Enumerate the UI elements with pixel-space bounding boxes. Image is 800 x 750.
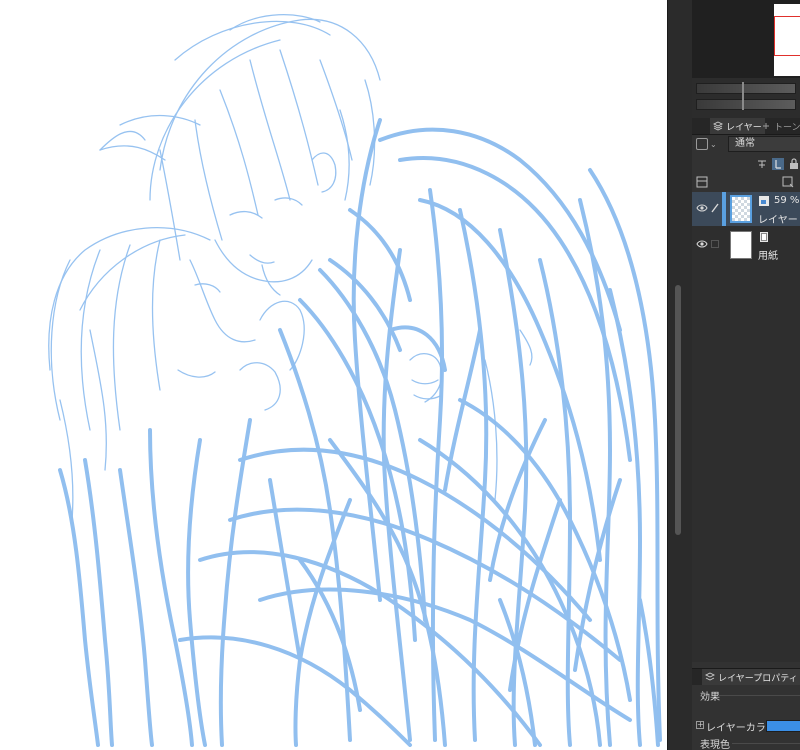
pen-icon: [710, 202, 720, 214]
tab-tone[interactable]: トーン: [758, 118, 800, 134]
sketch-artwork: [48, 14, 662, 747]
layer-blend-row: ⌄ 通常: [692, 135, 800, 155]
navigator-zoom-sliders[interactable]: [692, 78, 800, 118]
eye-icon[interactable]: [696, 238, 708, 250]
scrollbar-thumb[interactable]: [675, 285, 681, 535]
layer-panel-tabbar: レイヤー トーン: [692, 118, 800, 135]
paper-layer-icon: [758, 231, 770, 243]
layer-name: レイヤー 1: [758, 215, 800, 226]
expand-icon[interactable]: +: [696, 721, 704, 729]
divider: [732, 743, 800, 744]
layer-color-toggle[interactable]: [696, 138, 708, 150]
selected-layer-marker: [722, 192, 726, 226]
slider-knob[interactable]: [742, 82, 744, 110]
chevron-down-icon[interactable]: ⌄: [710, 140, 717, 149]
tab-layer-property-label: レイヤープロパティ: [718, 673, 798, 684]
lock-icon[interactable]: [788, 158, 800, 170]
expression-color-label: 表現色: [700, 740, 730, 750]
layer-thumbnail: [730, 195, 752, 223]
edit-target-box[interactable]: [711, 240, 719, 248]
clip-icon[interactable]: [756, 158, 768, 170]
right-side-panel: レイヤー トーン ⌄ 通常 59 % レイヤー 用紙 レイヤープロパティ 効果 …: [692, 0, 800, 750]
layer-name: 用紙: [758, 251, 778, 262]
tab-layer-label: レイヤー: [726, 122, 762, 133]
layer-property-icon: [705, 672, 715, 682]
blend-mode-select[interactable]: 通常: [728, 136, 800, 152]
layer-property-body: 効果 + レイヤーカラー 表現色: [692, 685, 800, 750]
layer-panel-menu-icon[interactable]: [696, 176, 708, 191]
layer-color-swatch[interactable]: [766, 720, 800, 732]
canvas-vertical-scrollbar[interactable]: [667, 0, 693, 750]
divider: [718, 695, 800, 696]
layer-opacity: 59 %: [774, 195, 800, 206]
tab-tone-label: トーン: [774, 122, 800, 133]
layer-thumbnail: [730, 231, 752, 259]
layer-actions-row: [692, 173, 800, 191]
reference-layer-icon[interactable]: [772, 158, 784, 170]
layer-list: [692, 192, 800, 662]
tone-icon: [761, 121, 771, 131]
layer-property-tabbar: レイヤープロパティ: [692, 668, 800, 685]
layer-stack-icon: [713, 121, 723, 131]
effect-section-label: 効果: [700, 692, 720, 703]
navigator-preview[interactable]: [692, 0, 800, 78]
layer-row-layer1[interactable]: 59 % レイヤー 1: [692, 192, 800, 226]
raster-layer-icon: [758, 195, 770, 207]
tab-layer-property[interactable]: レイヤープロパティ: [702, 669, 800, 685]
navigator-view-frame[interactable]: [774, 16, 800, 56]
layer-row-paper[interactable]: 用紙: [692, 228, 800, 262]
eye-icon[interactable]: [696, 202, 708, 214]
navigator-thumbnail[interactable]: [774, 4, 800, 76]
layer-lock-icons: [692, 156, 800, 172]
tab-layer[interactable]: レイヤー: [710, 118, 765, 134]
drawing-canvas[interactable]: [0, 0, 667, 750]
new-layer-icon[interactable]: [782, 176, 794, 191]
rotate-slider-track[interactable]: [696, 99, 796, 110]
zoom-slider-track[interactable]: [696, 83, 796, 94]
